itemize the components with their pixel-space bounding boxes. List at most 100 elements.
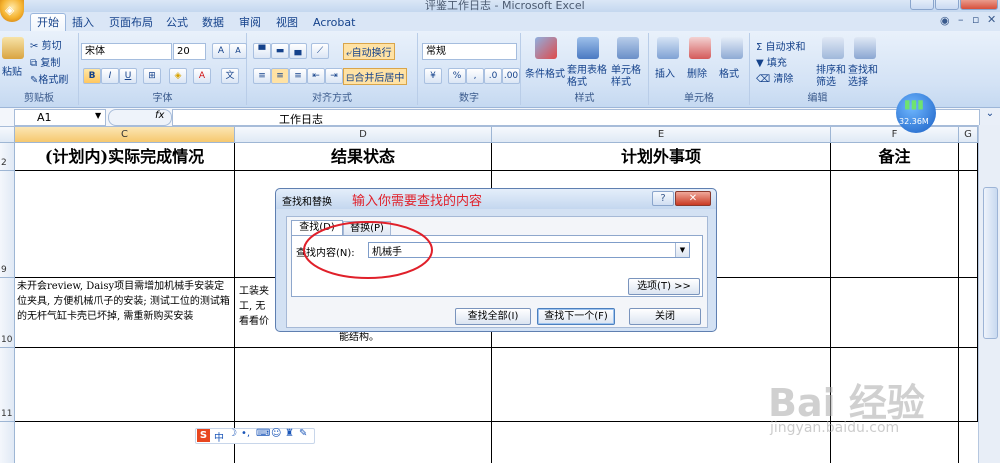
formula-input[interactable]: 工作日志 — [172, 109, 980, 126]
cell-d11[interactable] — [235, 348, 492, 422]
format-painter-button[interactable]: ✎格式刷 — [30, 71, 68, 86]
expand-formula-bar-icon[interactable]: ⌄ — [980, 108, 1000, 125]
row-header-11[interactable]: 11 — [0, 348, 15, 422]
decrease-indent-icon[interactable]: ⇤ — [307, 68, 325, 84]
clear-button[interactable]: ⌫ 清除 — [756, 70, 793, 85]
fill-color-icon[interactable]: ◈ — [169, 68, 187, 84]
scroll-thumb[interactable] — [983, 187, 998, 339]
cell-g2[interactable] — [959, 143, 978, 171]
align-left-icon[interactable]: ≡ — [253, 68, 271, 84]
column-header-e[interactable]: E — [492, 127, 831, 142]
phonetic-icon[interactable]: 文 — [221, 68, 239, 84]
row-header-10[interactable]: 10 — [0, 278, 15, 348]
ribbon-close-icon[interactable]: ✕ — [987, 13, 996, 26]
number-format-select[interactable]: 常规 — [422, 43, 517, 60]
paste-button[interactable]: 粘贴 — [2, 63, 22, 78]
keyboard-icon[interactable]: ⌨ — [256, 428, 270, 439]
find-all-button[interactable]: 查找全部(I) — [455, 308, 531, 325]
close-window-button[interactable] — [960, 0, 998, 10]
align-bottom-icon[interactable]: ▄ — [289, 43, 307, 59]
binoculars-icon[interactable] — [854, 37, 876, 59]
table-format-icon[interactable] — [577, 37, 599, 59]
cell-c11[interactable] — [15, 348, 235, 422]
column-header-f[interactable]: F — [831, 127, 959, 142]
ribbon-minimize-icon[interactable]: – — [958, 13, 964, 26]
delete-cells-icon[interactable] — [689, 37, 711, 59]
cell-f10[interactable] — [831, 278, 959, 348]
sort-filter-icon[interactable] — [822, 37, 844, 59]
format-cells-icon[interactable] — [721, 37, 743, 59]
row-header-12[interactable] — [0, 422, 15, 463]
column-header-g[interactable]: G — [959, 127, 978, 142]
header-cell-status[interactable]: 结果状态 — [235, 143, 492, 171]
decrease-decimal-icon[interactable]: .00 — [502, 68, 520, 84]
column-header-c[interactable]: C — [15, 127, 235, 142]
dialog-close-x-button[interactable]: ✕ — [675, 191, 711, 206]
punctuation-icon[interactable]: •, — [241, 428, 250, 439]
vertical-scrollbar[interactable] — [978, 125, 1000, 463]
tab-page-layout[interactable]: 页面布局 — [103, 14, 159, 31]
cell-g10[interactable] — [959, 278, 978, 348]
align-center-icon[interactable]: ≡ — [271, 68, 289, 84]
shrink-font-button[interactable]: A — [229, 43, 247, 59]
ribbon-restore-icon[interactable]: ▫ — [972, 13, 979, 26]
tab-review[interactable]: 审阅 — [233, 14, 267, 31]
paste-icon[interactable] — [2, 37, 24, 59]
cell-c10[interactable]: 未开会review, Daisy项目需增加机械手安装定位夹具, 方便机械爪子的安… — [15, 278, 235, 348]
tab-data[interactable]: 数据 — [196, 14, 230, 31]
select-all-corner[interactable] — [0, 127, 15, 142]
delete-cells-button[interactable]: 删除 — [687, 65, 707, 80]
italic-button[interactable]: I — [101, 68, 119, 84]
tab-acrobat[interactable]: Acrobat — [307, 14, 361, 31]
dialog-help-button[interactable]: ? — [652, 191, 674, 206]
format-cells-button[interactable]: 格式 — [719, 65, 739, 80]
header-cell-actual[interactable]: (计划内)实际完成情况 — [15, 143, 235, 171]
cut-button[interactable]: ✂ 剪切 — [30, 37, 62, 52]
ime-language[interactable]: 中 — [214, 429, 224, 444]
font-color-icon[interactable]: A — [193, 68, 211, 84]
user-icon[interactable]: ☺ — [271, 428, 281, 439]
cell-c9[interactable] — [15, 171, 235, 278]
tab-formulas[interactable]: 公式 — [160, 14, 194, 31]
row-header-9[interactable]: 9 — [0, 171, 15, 278]
find-next-button[interactable]: 查找下一个(F) — [537, 308, 615, 325]
find-history-dropdown-icon[interactable]: ▼ — [675, 243, 689, 257]
currency-icon[interactable]: ¥ — [424, 68, 442, 84]
autosum-button[interactable]: Σ 自动求和 — [756, 38, 806, 53]
align-right-icon[interactable]: ≡ — [289, 68, 307, 84]
bold-button[interactable]: B — [83, 68, 101, 84]
copy-button[interactable]: ⧉ 复制 — [30, 54, 60, 69]
tab-view[interactable]: 视图 — [270, 14, 304, 31]
network-speed-widget[interactable]: ▮▮▮ 32.36M — [896, 93, 936, 133]
dialog-title-bar[interactable]: 查找和替换 输入你需要查找的内容 ? ✕ — [276, 189, 716, 209]
column-header-d[interactable]: D — [235, 127, 492, 142]
find-select-button[interactable]: 查找和选择 — [848, 65, 882, 89]
merge-center-button[interactable]: ⊟合并后居中 — [343, 68, 408, 85]
skin-icon[interactable]: ♜ — [285, 428, 294, 439]
wrap-text-button[interactable]: ⤶自动换行 — [343, 43, 395, 60]
options-button[interactable]: 选项(T) >> — [628, 278, 700, 295]
cell-g9[interactable] — [959, 171, 978, 278]
border-icon[interactable]: ⊞ — [143, 68, 161, 84]
cell-f9[interactable] — [831, 171, 959, 278]
ime-toolbar[interactable]: S 中 ☽ •, ⌨ ☺ ♜ ✎ — [195, 428, 315, 444]
orientation-icon[interactable]: ⟋ — [311, 43, 329, 59]
help-icon[interactable]: ◉ — [940, 14, 950, 27]
minimize-button[interactable] — [910, 0, 934, 10]
table-format-button[interactable]: 套用表格格式 — [567, 65, 607, 89]
increase-indent-icon[interactable]: ⇥ — [325, 68, 343, 84]
dropdown-arrow-icon[interactable]: ▼ — [95, 111, 101, 120]
header-cell-notes[interactable]: 备注 — [831, 143, 959, 171]
fx-icon[interactable]: fx — [155, 110, 164, 121]
percent-button[interactable]: % — [448, 68, 466, 84]
grow-font-button[interactable]: A — [212, 43, 230, 59]
tab-insert[interactable]: 插入 — [66, 14, 100, 31]
header-cell-unplanned[interactable]: 计划外事项 — [492, 143, 831, 171]
font-size-select[interactable]: 20 — [173, 43, 206, 60]
increase-decimal-icon[interactable]: .0 — [484, 68, 502, 84]
comma-button[interactable]: , — [466, 68, 484, 84]
cell-style-icon[interactable] — [617, 37, 639, 59]
underline-button[interactable]: U — [119, 68, 137, 84]
cell-style-button[interactable]: 单元格样式 — [611, 65, 645, 89]
align-middle-icon[interactable]: ▬ — [271, 43, 289, 59]
